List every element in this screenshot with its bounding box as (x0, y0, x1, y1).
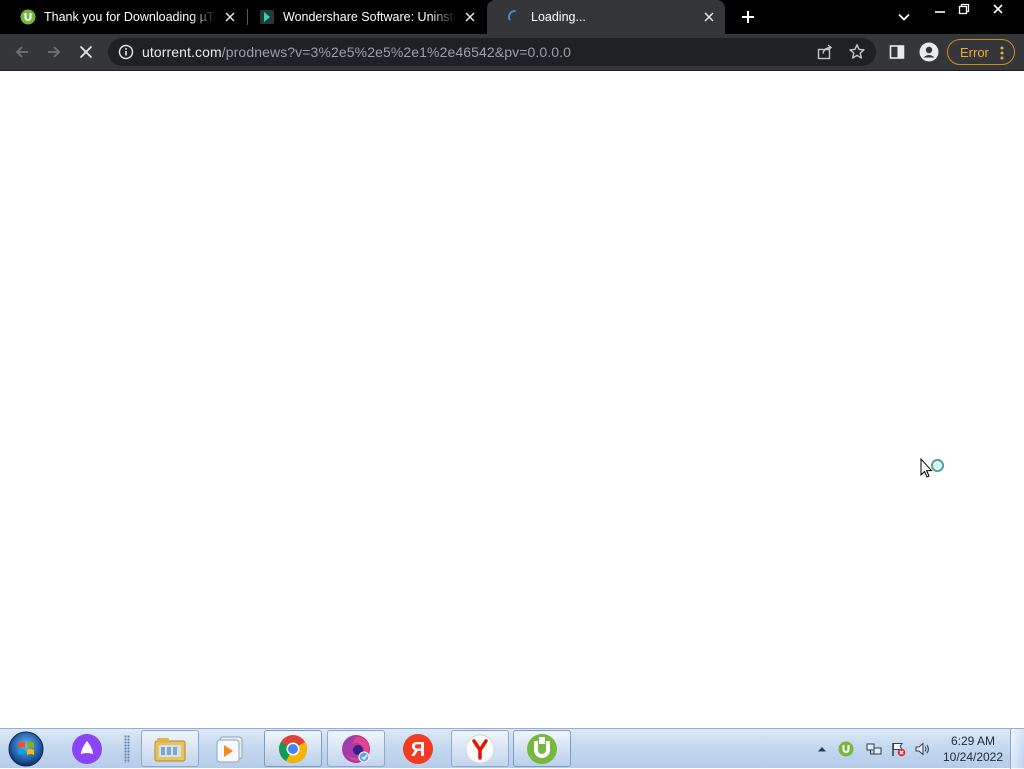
tray-volume[interactable] (914, 741, 930, 757)
chrome-icon (279, 734, 307, 763)
taskbar: Я 6:29 AM 10/24/2022 (0, 728, 1024, 769)
notification-area (812, 729, 932, 769)
busy-cursor-icon (920, 457, 945, 478)
taskbar-app-explorer[interactable] (141, 730, 199, 767)
tab-wondershare-uninstall[interactable]: Wondershare Software: Uninstall (239, 0, 486, 34)
arrow-left-icon (15, 46, 28, 58)
address-bar[interactable]: utorrent.com/prodnews?v=3%2e5%2e5%2e1%2e… (108, 38, 876, 66)
close-tab-icon[interactable] (699, 7, 719, 27)
profile-error-chip[interactable]: Error (947, 39, 1015, 65)
taskbar-app-media-player[interactable] (201, 730, 259, 767)
clock-time: 6:29 AM (950, 734, 996, 748)
show-hidden-icons-button[interactable] (814, 741, 830, 757)
tray-action-center[interactable] (890, 741, 906, 757)
volume-icon (915, 742, 929, 756)
error-chip-label: Error (960, 44, 989, 60)
url-text: utorrent.com/prodnews?v=3%2e5%2e5%2e1%2e… (142, 44, 571, 60)
network-icon (866, 743, 882, 755)
tab-title: Wondershare Software: Uninstall (283, 10, 456, 24)
browser-toolbar: utorrent.com/prodnews?v=3%2e5%2e5%2e1%2e… (0, 34, 1024, 71)
new-tab-button[interactable] (736, 5, 760, 29)
taskbar-app-yandex-browser[interactable] (451, 730, 509, 767)
bookmark-star-icon[interactable] (848, 43, 866, 61)
close-window-button[interactable] (984, 0, 1012, 18)
tab-title: Thank you for Downloading µTorrent (44, 10, 216, 24)
chevron-up-icon (818, 747, 826, 752)
yandex-browser-icon (465, 734, 495, 763)
arrow-right-icon (48, 46, 61, 58)
close-tab-icon[interactable] (220, 7, 240, 27)
info-icon[interactable] (118, 44, 134, 60)
side-panel-button[interactable] (885, 40, 909, 64)
close-icon (79, 45, 93, 59)
utorrent-icon (20, 9, 36, 25)
restore-button[interactable] (950, 0, 978, 18)
taskbar-app-alice[interactable] (58, 730, 116, 767)
profile-button[interactable] (917, 40, 941, 64)
tray-network[interactable] (866, 741, 882, 757)
taskbar-gripper[interactable] (124, 735, 130, 763)
media-player-icon (216, 736, 243, 762)
close-tab-icon[interactable] (460, 7, 480, 27)
alice-assistant-icon (72, 733, 102, 764)
firefox-icon (342, 734, 370, 763)
tab-strip: Thank you for Downloading µTorrent Wonde… (0, 0, 1024, 34)
taskbar-app-yandex[interactable]: Я (389, 730, 447, 767)
more-vertical-icon (1000, 46, 1004, 60)
tab-search-button[interactable] (894, 7, 914, 27)
tab-thank-you-utorrent[interactable]: Thank you for Downloading µTorrent (0, 0, 246, 34)
taskbar-app-utorrent[interactable] (513, 730, 571, 767)
back-button[interactable] (10, 40, 34, 64)
flag-error-icon (892, 743, 906, 757)
loading-spinner-icon (508, 10, 516, 21)
utorrent-tray-icon (838, 741, 854, 757)
close-icon (993, 4, 1003, 14)
chevron-down-icon (898, 13, 910, 21)
minimize-icon (935, 11, 945, 13)
tray-utorrent[interactable] (838, 741, 854, 757)
start-button[interactable] (6, 730, 46, 768)
taskbar-app-firefox[interactable] (327, 730, 385, 767)
restore-icon (958, 3, 970, 15)
url-path: /prodnews?v=3%2e5%2e5%2e1%2e46542&pv=0.0… (221, 44, 572, 60)
page-content (0, 71, 1024, 728)
plus-icon (742, 11, 754, 23)
show-desktop-button[interactable] (1010, 729, 1024, 769)
share-icon[interactable] (816, 43, 834, 61)
stop-loading-button[interactable] (74, 40, 98, 64)
avatar-icon (919, 42, 939, 62)
svg-text:Я: Я (411, 739, 425, 761)
side-panel-icon (889, 45, 905, 59)
forward-button[interactable] (42, 40, 66, 64)
taskbar-app-chrome[interactable] (264, 730, 322, 767)
wondershare-icon (260, 10, 274, 24)
windows-explorer-icon (154, 737, 186, 761)
url-host: utorrent.com (142, 44, 222, 60)
tab-loading[interactable]: Loading... (487, 0, 725, 34)
clock-date: 10/24/2022 (942, 750, 1004, 764)
system-clock[interactable]: 6:29 AM 10/24/2022 (936, 733, 1010, 765)
tab-title: Loading... (531, 10, 586, 24)
yandex-icon: Я (403, 733, 433, 764)
utorrent-icon (527, 733, 557, 764)
